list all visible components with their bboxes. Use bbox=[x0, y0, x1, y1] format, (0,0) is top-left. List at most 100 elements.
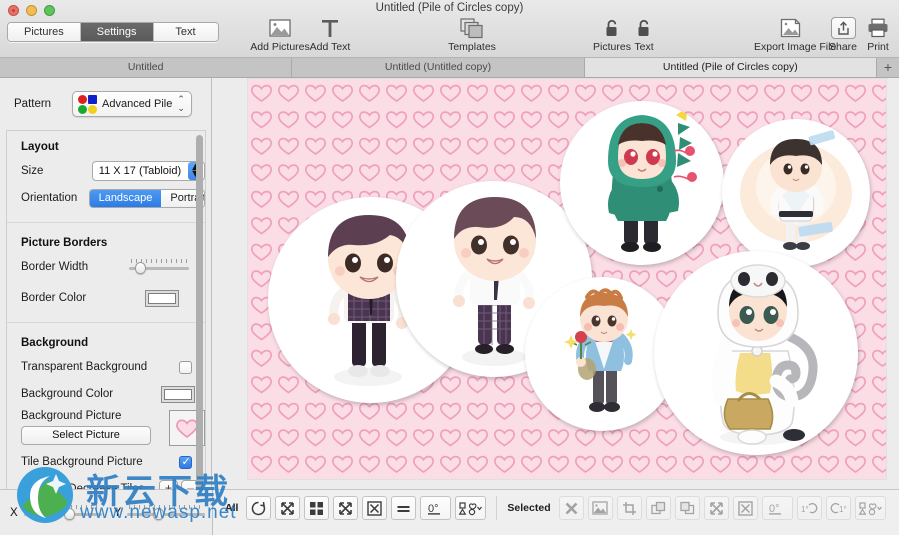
shapes-menu-selected-icon[interactable] bbox=[854, 496, 886, 520]
expand-all-icon[interactable] bbox=[333, 496, 359, 520]
document-tab-bar: Untitled Untitled (Untitled copy) Untitl… bbox=[0, 58, 899, 78]
rotate-all-icon[interactable] bbox=[246, 496, 272, 520]
chevron-updown-icon: ⌃ ⌄ bbox=[177, 94, 185, 113]
shuffle-all-icon[interactable] bbox=[275, 496, 301, 520]
background-color-row: Background Color bbox=[21, 383, 205, 405]
artwork-sheep-onesie-boy bbox=[654, 251, 858, 455]
circle-taekwondo-boy[interactable] bbox=[722, 119, 870, 267]
orientation-label: Orientation bbox=[21, 192, 78, 204]
border-width-row: Border Width bbox=[21, 256, 205, 278]
svg-text:1°: 1° bbox=[839, 505, 847, 514]
select-picture-button[interactable]: Select Picture bbox=[21, 426, 151, 445]
window-title: Untitled (Pile of Circles copy) bbox=[375, 2, 524, 14]
size-select[interactable]: 11 X 17 (Tabloid) ▲▼ bbox=[91, 161, 205, 181]
orientation-landscape[interactable]: Landscape bbox=[89, 189, 162, 207]
orientation-row: Orientation Landscape Portrait bbox=[21, 187, 205, 209]
crop-icon[interactable] bbox=[616, 496, 642, 520]
slider-knob[interactable] bbox=[153, 507, 165, 520]
rotate-right-icon[interactable]: 1° bbox=[825, 496, 851, 520]
border-width-slider[interactable] bbox=[129, 259, 189, 274]
toolbar-divider bbox=[496, 496, 498, 520]
border-color-well[interactable] bbox=[145, 289, 179, 307]
expand-selected-icon[interactable] bbox=[703, 496, 729, 520]
document-tab-untitled-copy[interactable]: Untitled (Untitled copy) bbox=[292, 58, 585, 77]
export-image-icon bbox=[754, 16, 828, 40]
slider-track bbox=[23, 512, 102, 516]
sidebar-scrollbar[interactable] bbox=[196, 135, 203, 521]
lock-text-button[interactable]: Text bbox=[619, 16, 669, 53]
tab-text[interactable]: Text bbox=[153, 23, 218, 41]
size-label: Size bbox=[21, 165, 44, 177]
shadow-y-slider[interactable] bbox=[127, 504, 206, 520]
reset-rotation-selected-icon[interactable]: 0° bbox=[761, 496, 793, 520]
background-color-label: Background Color bbox=[21, 388, 114, 400]
templates-button[interactable]: Templates bbox=[438, 16, 506, 53]
svg-text:1°: 1° bbox=[801, 505, 809, 514]
shadow-x-label: X bbox=[10, 506, 18, 519]
lock-open-icon bbox=[619, 16, 669, 40]
border-color-row: Border Color bbox=[21, 287, 205, 309]
transparent-background-row: Transparent Background bbox=[21, 356, 205, 378]
fit-all-icon[interactable] bbox=[362, 496, 388, 520]
slider-knob[interactable] bbox=[63, 507, 75, 520]
border-color-label: Border Color bbox=[21, 292, 87, 304]
window-toolbar: Untitled (Pile of Circles copy) Pictures… bbox=[0, 0, 899, 58]
document-page[interactable] bbox=[248, 79, 886, 479]
picture-borders-section: Picture Borders Border Width Border Colo… bbox=[7, 222, 205, 322]
size-row: Size 11 X 17 (Tabloid) ▲▼ bbox=[21, 160, 205, 182]
circle-sheep-onesie[interactable] bbox=[654, 251, 858, 455]
print-button[interactable]: Print bbox=[858, 16, 898, 53]
left-panel-tabs[interactable]: Pictures Settings Text bbox=[7, 22, 219, 42]
tab-settings[interactable]: Settings bbox=[80, 23, 154, 41]
picture-borders-title: Picture Borders bbox=[21, 237, 108, 249]
pattern-value: Advanced Pile bbox=[102, 98, 173, 110]
transparent-background-label: Transparent Background bbox=[21, 361, 148, 373]
slider-track bbox=[127, 512, 206, 516]
slider-ticks bbox=[129, 504, 204, 509]
lock-text-label: Text bbox=[634, 41, 654, 53]
reset-rotation-icon[interactable]: 0° bbox=[420, 496, 452, 520]
send-backward-icon[interactable] bbox=[674, 496, 700, 520]
slider-ticks bbox=[25, 504, 100, 509]
all-tools-label: All bbox=[225, 502, 239, 514]
tile-background-row: Tile Background Picture bbox=[21, 451, 205, 473]
orientation-segmented-control[interactable]: Landscape Portrait bbox=[88, 188, 205, 208]
export-image-file-label: Export Image File bbox=[754, 41, 837, 53]
slider-knob[interactable] bbox=[135, 262, 146, 274]
bottom-toolbar: All 0° Selected 0° 1° 1° bbox=[213, 489, 899, 535]
templates-icon bbox=[438, 16, 506, 40]
background-section: Background Transparent Background Backgr… bbox=[7, 322, 205, 513]
background-picture-label: Background Picture bbox=[21, 410, 122, 422]
shadow-y-label: Y bbox=[113, 506, 122, 519]
canvas-area[interactable] bbox=[213, 78, 899, 489]
pattern-color-swatch-icon bbox=[78, 94, 97, 114]
pattern-row: Pattern Advanced Pile ⌃ ⌄ bbox=[0, 78, 211, 130]
rotate-left-icon[interactable]: 1° bbox=[796, 496, 822, 520]
delete-selected-icon[interactable] bbox=[558, 496, 584, 520]
settings-sidebar: Pattern Advanced Pile ⌃ ⌄ Layout Size 11… bbox=[0, 78, 212, 535]
export-image-file-button[interactable]: Export Image File bbox=[754, 16, 837, 53]
pattern-popup-button[interactable]: Advanced Pile ⌃ ⌄ bbox=[72, 91, 192, 117]
border-width-label: Border Width bbox=[21, 261, 89, 273]
grid-arrange-icon[interactable] bbox=[304, 496, 330, 520]
fit-selected-icon[interactable] bbox=[732, 496, 758, 520]
layout-section: Layout Size 11 X 17 (Tabloid) ▲▼ Orienta… bbox=[7, 131, 205, 222]
replace-picture-icon[interactable] bbox=[587, 496, 613, 520]
new-tab-button[interactable]: + bbox=[876, 58, 899, 77]
bring-forward-icon[interactable] bbox=[645, 496, 671, 520]
tile-background-checkbox[interactable] bbox=[179, 455, 192, 469]
shapes-menu-icon[interactable] bbox=[455, 496, 487, 520]
print-label: Print bbox=[867, 41, 889, 53]
text-t-icon bbox=[300, 16, 360, 40]
background-title: Background bbox=[21, 337, 89, 349]
transparent-background-checkbox[interactable] bbox=[179, 360, 192, 374]
add-text-button[interactable]: Add Text bbox=[300, 16, 360, 53]
shadow-x-slider[interactable] bbox=[23, 504, 102, 520]
document-tab-pile-of-circles-copy[interactable]: Untitled (Pile of Circles copy) bbox=[584, 58, 877, 77]
equalize-icon[interactable] bbox=[391, 496, 417, 520]
background-color-well[interactable] bbox=[161, 385, 195, 403]
settings-panel: Layout Size 11 X 17 (Tabloid) ▲▼ Orienta… bbox=[6, 130, 206, 535]
document-tab-untitled[interactable]: Untitled bbox=[0, 58, 293, 77]
tab-pictures[interactable]: Pictures bbox=[8, 23, 81, 41]
circle-dino-hoodie[interactable] bbox=[560, 101, 724, 265]
